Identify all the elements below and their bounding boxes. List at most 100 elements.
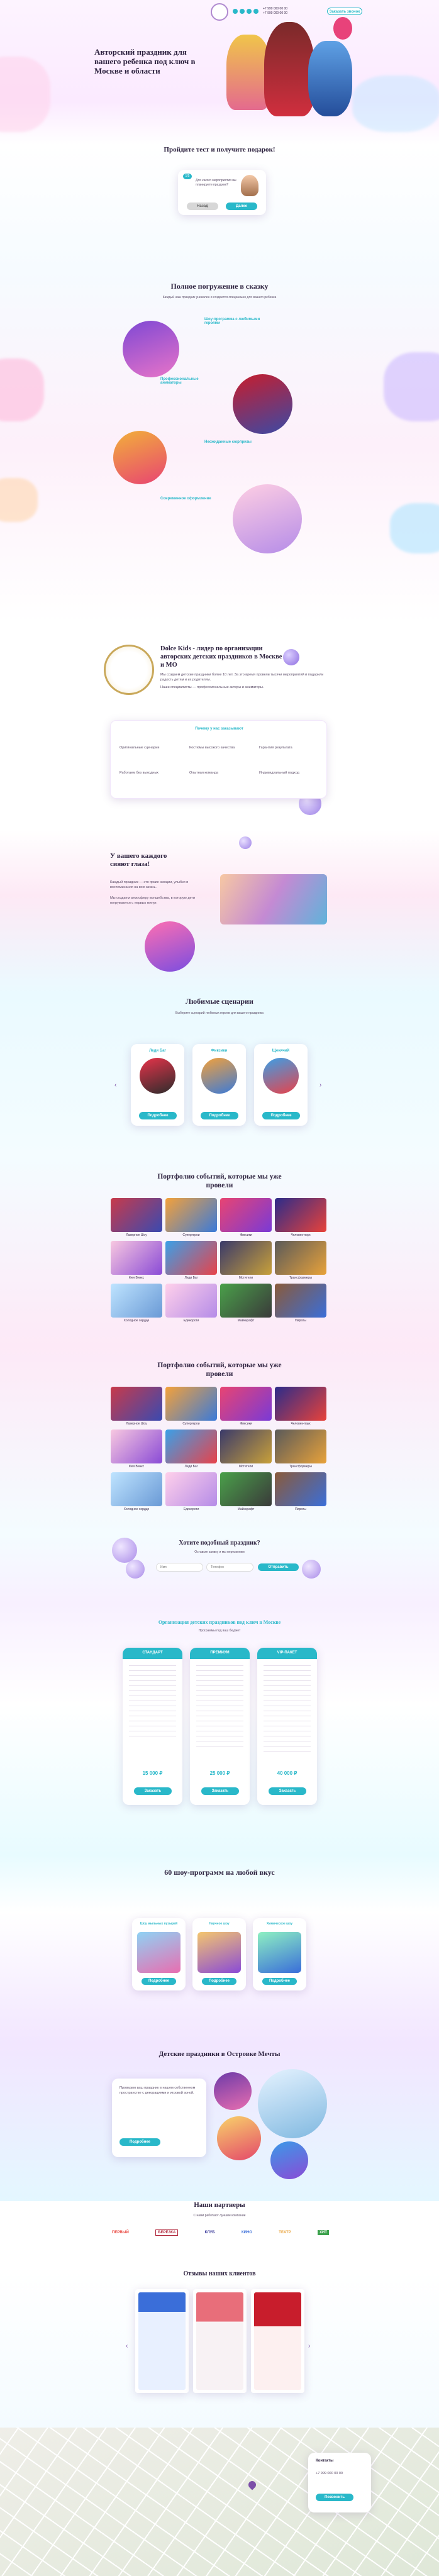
telegram-icon[interactable] [240,9,245,14]
contacts-call-button[interactable]: Позвонить [316,2494,353,2501]
portfolio-item[interactable]: Мстители [220,1241,272,1280]
portfolio-caption: Холодное сердце [123,1507,150,1511]
portfolio-item[interactable]: Лазерное Шоу [111,1387,162,1426]
review-card[interactable] [135,2289,189,2393]
why-item: Гарантия результата [259,746,292,750]
portfolio-item[interactable]: Человек-паук [275,1387,326,1426]
carousel-next-arrow[interactable]: › [308,2343,310,2350]
about-title: Dolce Kids - лидер по организации авторс… [160,645,282,669]
portfolio-item[interactable]: Трансформеры [275,1430,326,1468]
review-card[interactable] [193,2289,247,2393]
callback-button[interactable]: Заказать звонок [327,8,362,15]
carousel-prev-arrow[interactable]: ‹ [114,1082,116,1089]
quiz-prev-button[interactable]: Назад [187,203,218,210]
portfolio-item[interactable]: Единороги [165,1472,217,1511]
name-input[interactable] [156,1563,203,1572]
portfolio-caption: Фиксики [240,1422,252,1426]
plan-order-button[interactable]: Заказать [269,1787,306,1795]
portfolio-item[interactable]: Пираты [275,1472,326,1511]
portfolio-item[interactable]: Фиксики [220,1387,272,1426]
review-screenshot [254,2292,301,2390]
program-image [197,1932,241,1973]
quiz-section: Пройдите тест и получите подарок! 1/5 Дл… [0,145,439,270]
portfolio-item[interactable]: Майнкрафт [220,1472,272,1511]
scenario-image [201,1058,237,1094]
plan-order-button[interactable]: Заказать [134,1787,172,1795]
quiz-next-button[interactable]: Далее [226,203,257,210]
portfolio-item[interactable]: Трансформеры [275,1241,326,1280]
scenario-card[interactable]: Щенячий Подробнее [254,1044,308,1126]
portfolio-caption: Человек-паук [291,1422,311,1426]
review-screenshot [138,2292,186,2390]
dream-more-button[interactable]: Подробнее [119,2138,160,2146]
phone-link[interactable]: +7 999 000 00 00 [263,7,287,11]
program-more-button[interactable]: Подробнее [262,1978,297,1985]
feature-image [233,484,302,553]
review-card[interactable] [251,2289,304,2393]
portfolio-item[interactable]: Майнкрафт [220,1284,272,1323]
scenario-name: Фиксики [211,1049,228,1053]
quiz-step-badge: 1/5 [183,174,192,179]
phone-link[interactable]: +7 999 000 00 00 [263,11,287,16]
scenario-more-button[interactable]: Подробнее [139,1112,177,1119]
feature-label: Шоу-программа с любимыми героями [204,318,260,325]
portfolio-item[interactable]: Фея Винкс [111,1241,162,1280]
scenario-image [263,1058,299,1094]
portfolio-item[interactable]: Холодное сердце [111,1472,162,1511]
portfolio-item[interactable]: Человек-паук [275,1198,326,1237]
scenario-card[interactable]: Леди Баг Подробнее [131,1044,184,1126]
portfolio-caption: Единороги [183,1319,199,1323]
program-card[interactable]: Научное шоу Подробнее [192,1918,246,1990]
phone-input[interactable] [206,1563,253,1572]
plan-order-button[interactable]: Заказать [201,1787,239,1795]
program-more-button[interactable]: Подробнее [202,1978,236,1985]
plan-name: VIP-ПАКЕТ [277,1651,297,1655]
portfolio-item[interactable]: Единороги [165,1284,217,1323]
request-form-section: Хотите подобный праздник? Оставьте заявк… [0,1535,439,1604]
immersion-title: Полное погружение в сказку [170,282,269,291]
header-phones: +7 999 000 00 00 +7 999 000 00 00 [263,7,287,16]
portfolio-item[interactable]: Фея Винкс [111,1430,162,1468]
partner-logo: ХИТ [318,2230,329,2235]
map[interactable] [0,2428,439,2576]
portfolio-item[interactable]: Супергерои [165,1198,217,1237]
portfolio-item[interactable]: Холодное сердце [111,1284,162,1323]
portfolio-item[interactable]: Лазерное Шоу [111,1198,162,1237]
portfolio-item[interactable]: Леди Баг [165,1430,217,1468]
portfolio-item[interactable]: Леди Баг [165,1241,217,1280]
contacts-phone[interactable]: +7 999 000 00 00 [316,2472,343,2477]
portfolio-caption: Пираты [295,1507,306,1511]
dream-title: Детские праздники в Островке Мечты [158,2050,281,2058]
dream-photo [270,2141,308,2179]
portfolio-photo [111,1472,162,1506]
portfolio-photo [165,1430,217,1463]
scenario-more-button[interactable]: Подробнее [201,1112,238,1119]
scenario-more-button[interactable]: Подробнее [262,1112,300,1119]
form-submit-button[interactable]: Отправить [258,1563,299,1571]
portfolio-caption: Трансформеры [289,1465,312,1468]
dream-section: Детские праздники в Островке Мечты Прове… [0,2044,439,2201]
program-more-button[interactable]: Подробнее [142,1978,176,1985]
portfolio-item[interactable]: Мстители [220,1430,272,1468]
partner-logo: КЛУБ [204,2231,215,2235]
portfolio-photo [220,1472,272,1506]
vk-icon[interactable] [233,9,238,14]
carousel-next-arrow[interactable]: › [320,1082,321,1089]
immersion-section: Полное погружение в сказку Каждый наш пр… [0,270,439,623]
portfolio-item[interactable]: Супергерои [165,1387,217,1426]
portfolio-item[interactable]: Фиксики [220,1198,272,1237]
portfolio-photo [165,1387,217,1421]
carousel-prev-arrow[interactable]: ‹ [126,2343,128,2350]
portfolio-item[interactable]: Пираты [275,1284,326,1323]
instagram-icon[interactable] [253,9,258,14]
feature-image [233,374,292,434]
map-section: Контакты +7 999 000 00 00 Позвонить [0,2428,439,2576]
portfolio-caption: Человек-паук [291,1233,311,1237]
dream-photo [217,2116,261,2160]
scenario-card[interactable]: Фиксики Подробнее [192,1044,246,1126]
eyes-photo [220,874,327,924]
whatsapp-icon[interactable] [247,9,252,14]
program-card[interactable]: Шоу мыльных пузырей Подробнее [132,1918,186,1990]
program-card[interactable]: Химическое шоу Подробнее [253,1918,306,1990]
plan-price: 40 000 ₽ [277,1770,297,1776]
